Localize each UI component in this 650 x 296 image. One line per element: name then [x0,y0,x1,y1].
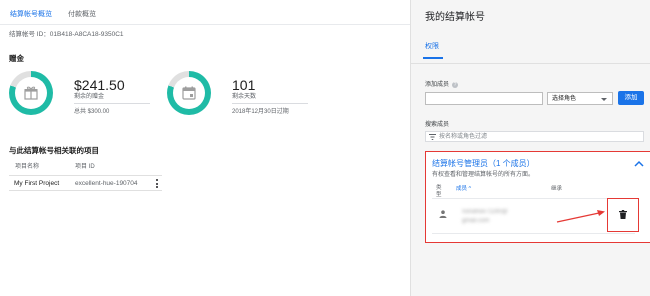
projects-col-name: 项目名称 [15,164,40,170]
tab-billing-account-overview[interactable]: 结算帐号概览 [9,8,53,25]
days-remaining-label: 剩余天数 [232,94,257,100]
tab-payment-overview[interactable]: 付款概览 [67,8,97,22]
panel-header: 我的结算帐号 权限 [411,0,650,64]
calendar-icon [182,86,196,100]
role-card-description: 有权查看和管理结算帐号的所有方面。 [432,172,535,178]
credit-expiry-date: 2018年12月30日过期 [232,109,289,115]
credit-amount: $241.50 [74,77,125,93]
credits-section-title: 赠金 [9,54,24,63]
delete-highlight-box [607,198,639,232]
search-member-label: 搜索成员 [425,122,450,128]
billing-account-id: 结算帐号 ID：01B418-A8CA18-9350C1 [9,31,124,38]
project-id: excellent-hue-190704 [75,180,138,187]
help-icon[interactable]: ? [452,82,459,88]
credit-total: 总共 $300.00 [74,109,110,115]
days-remaining-value: 101 [232,77,256,93]
trash-icon[interactable] [619,210,627,219]
projects-col-id: 项目 ID [75,164,95,170]
more-vert-icon[interactable] [153,178,161,189]
role-card-title[interactable]: 结算帐号管理员（1 个成员） [432,159,535,169]
tabs-divider [0,24,410,25]
add-member-label: 添加成员? [425,82,459,88]
col-type-header: 类 型 [436,185,442,198]
dropdown-caret-icon [601,98,607,101]
project-name[interactable]: My First Project [14,179,59,188]
table-row: My First Project excellent-hue-190704 [9,175,162,191]
col-inherit-header: 继承 [551,186,563,192]
header-divider [432,198,635,199]
filter-placeholder: 按名称或角色过滤 [439,134,488,140]
col-member-header[interactable]: 成员 ^ [456,186,471,193]
panel-title: 我的结算帐号 [425,12,485,23]
member-email-line2: gmail.com [462,218,490,224]
credit-remaining-label: 剩余的赠金 [74,94,105,100]
gift-icon [24,86,38,100]
select-role-value: 选择角色 [552,96,577,102]
person-icon [439,210,447,218]
member-filter-input[interactable]: 按名称或角色过滤 [425,131,644,142]
days-divider [232,103,308,104]
credit-donut-chart [9,71,53,115]
annotation-arrow [556,210,605,223]
tab-permissions[interactable]: 权限 [423,42,443,59]
billing-permissions-panel: 我的结算帐号 权限 添加成员? 选择角色 添加 搜索成员 按名称或角色过滤 结算… [410,0,650,296]
member-email-line1: nonahoe71190@ [462,209,508,215]
billing-overview-panel: 结算帐号概览 付款概览 结算帐号 ID：01B418-A8CA18-9350C1… [0,0,410,296]
row-divider [432,233,635,234]
days-donut-chart [167,71,211,115]
add-member-input[interactable] [425,92,543,105]
credit-divider [74,103,150,104]
overview-tabs: 结算帐号概览 付款概览 [9,8,97,25]
select-role-dropdown[interactable]: 选择角色 [547,92,613,105]
add-member-button[interactable]: 添加 [618,91,644,105]
chevron-up-icon[interactable] [634,160,644,168]
filter-icon [429,134,436,140]
projects-section-title: 与此结算帐号相关联的项目 [9,146,99,155]
